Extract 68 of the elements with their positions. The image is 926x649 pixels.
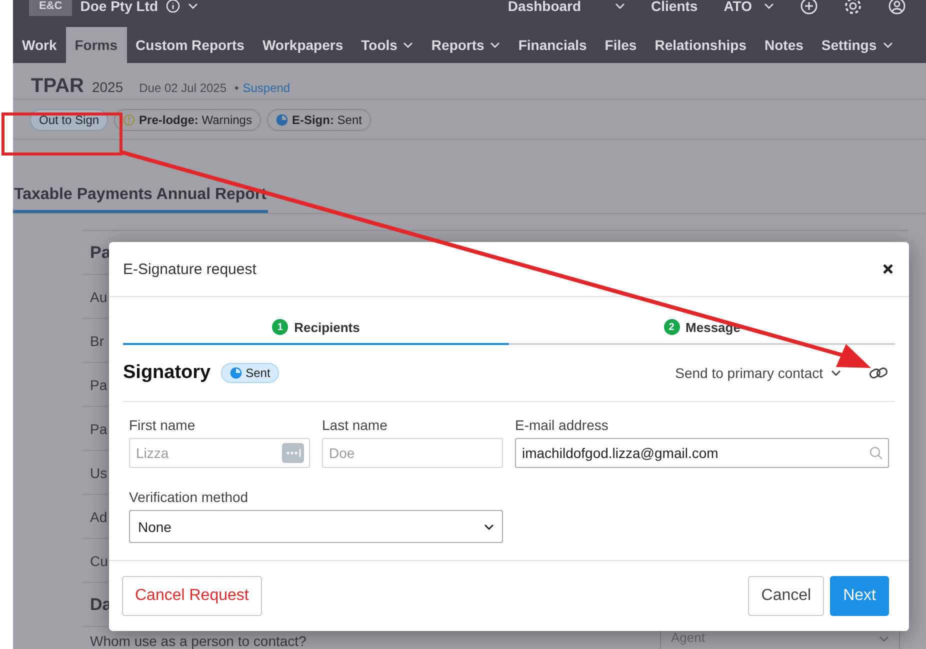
chevron-icon [764, 3, 774, 9]
input-field[interactable]: Doe [322, 438, 503, 468]
chevron-icon [831, 370, 841, 376]
badge-label: Pre-lodge: Warnings [139, 112, 252, 126]
field-label: E-mail address [515, 416, 610, 435]
dots-icon[interactable] [282, 443, 304, 463]
field-label: Us [90, 464, 108, 480]
top-nav-link[interactable]: Dashboard [508, 0, 626, 14]
form-title: TPAR [31, 75, 84, 98]
status-badge[interactable]: E-Sign: Sent [266, 108, 371, 130]
field-label: Pa [90, 376, 108, 392]
cancel-request-button[interactable]: Cancel Request [122, 576, 262, 616]
field-label: Br [90, 332, 104, 348]
org-badge: E&C [29, 0, 72, 16]
field-label: Au [90, 288, 108, 304]
top-nav-link[interactable]: Clients [651, 0, 698, 14]
nav-tab[interactable]: Forms [66, 27, 127, 63]
field-label: Ad [90, 508, 108, 524]
settings-icon[interactable] [844, 0, 862, 15]
step-number: 1 [272, 319, 288, 335]
chevron-icon [615, 3, 626, 9]
field-label: First name [129, 416, 196, 435]
org-name[interactable]: Doe Pty Ltd [80, 0, 158, 14]
status-badge[interactable]: Pre-lodge: Warnings [114, 108, 261, 130]
input-field[interactable]: imachildofgod.lizza@gmail.com [515, 438, 889, 468]
chevron-icon [188, 3, 198, 9]
nav-tab[interactable]: Workpapers [253, 27, 352, 63]
field-label: Whom use as a person to contact? [90, 633, 306, 649]
modal-title: E-Signature request [123, 260, 256, 278]
search-icon [869, 446, 883, 460]
field-label: Verification method [129, 488, 250, 507]
nav-tab[interactable]: Reports [422, 27, 510, 63]
user-icon[interactable] [888, 0, 906, 15]
step-tab[interactable]: 1 Recipients [123, 311, 509, 345]
nav-tab[interactable]: Relationships [646, 27, 756, 63]
chevron-icon [484, 524, 494, 530]
badge-label: E-Sign: Sent [292, 112, 362, 126]
step-number: 2 [664, 319, 680, 335]
link-button[interactable] [869, 366, 889, 380]
send-option-dropdown[interactable]: Send to primary contact [675, 365, 841, 381]
badge-label: Out to Sign [39, 112, 100, 126]
plus-icon[interactable] [800, 0, 818, 15]
top-nav-link[interactable]: ATO [724, 0, 774, 14]
nav-tab[interactable]: Work [13, 27, 66, 63]
step-tab[interactable]: 2 Message [509, 311, 895, 345]
chevron-icon [879, 636, 889, 642]
warning-icon [123, 114, 136, 126]
info-icon[interactable] [166, 0, 180, 13]
input-field[interactable]: Lizza [129, 438, 310, 468]
select-field[interactable]: None [129, 510, 503, 543]
progress-icon [276, 114, 288, 126]
nav-tab[interactable]: Custom Reports [126, 27, 254, 63]
close-button[interactable] [881, 262, 895, 276]
separator-dot: • [234, 81, 239, 95]
nav-tab[interactable]: Files [596, 27, 646, 63]
section-title: Signatory [123, 362, 211, 384]
nav-tab[interactable]: Settings [812, 27, 902, 63]
badge-label: Sent [246, 366, 270, 380]
due-date: Due 02 Jul 2025 [139, 81, 227, 95]
nav-tab[interactable]: Tools [352, 27, 422, 63]
form-year: 2025 [92, 79, 124, 95]
progress-icon [230, 367, 242, 379]
field-label: Pa [90, 420, 108, 436]
field-label: Cu [90, 552, 108, 568]
nav-tab[interactable]: Financials [509, 27, 596, 63]
nav-tab[interactable]: Notes [756, 27, 812, 63]
field-label: Last name [322, 416, 388, 435]
cancel-button[interactable]: Cancel [748, 576, 824, 616]
